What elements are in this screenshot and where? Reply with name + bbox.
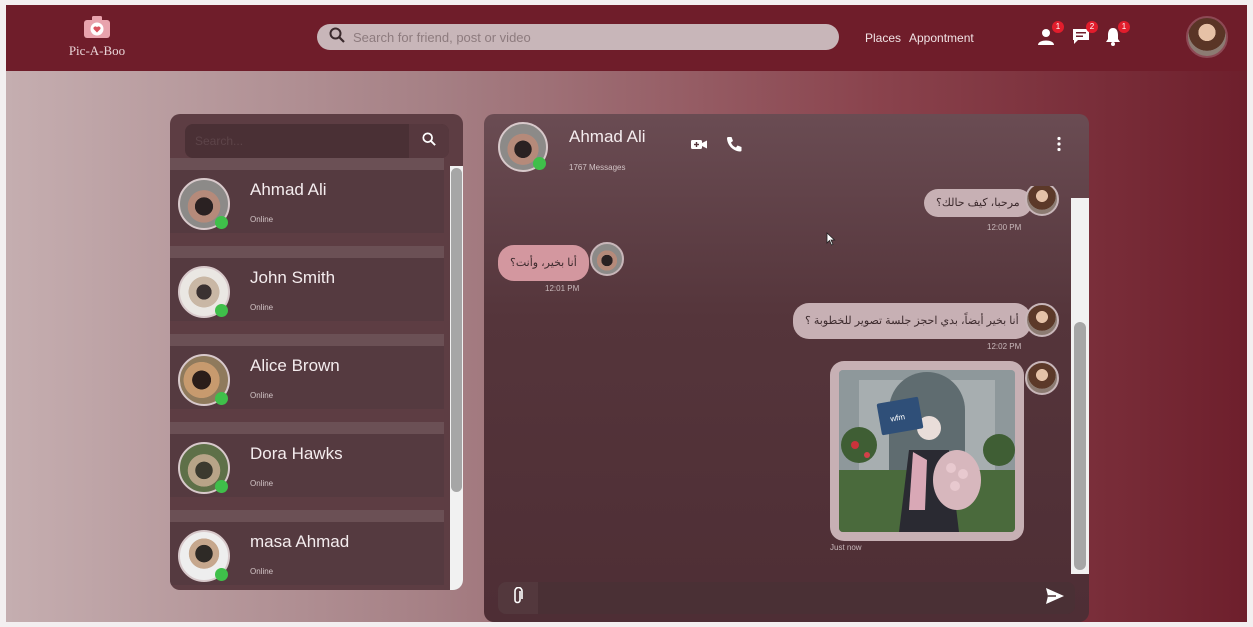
- app-name: Pic-A-Boo: [68, 43, 126, 58]
- graduation-photo[interactable]: wfm: [839, 370, 1015, 532]
- chat-scrollbar[interactable]: [1071, 198, 1089, 574]
- chat-contact-name: Ahmad Ali: [569, 127, 646, 146]
- chat-icon: [1070, 29, 1092, 51]
- message-input[interactable]: [538, 582, 1035, 614]
- contacts-panel: Ahmad Ali Online John Smith Online Alice…: [170, 114, 463, 590]
- paperclip-icon: [511, 586, 525, 610]
- online-indicator: [533, 157, 546, 170]
- message-composer: [498, 582, 1075, 614]
- bell-icon: [1102, 28, 1124, 51]
- contacts-search-input[interactable]: [185, 124, 409, 158]
- message-time: 12:00 PM: [987, 223, 1022, 232]
- video-camera-icon: [689, 140, 709, 158]
- send-button[interactable]: [1035, 582, 1075, 614]
- chat-panel: Ahmad Ali 1767 Messages مرحبا، كيف حالك؟…: [484, 114, 1089, 622]
- message-bubble-incoming: أنا بخير، وأنت؟: [498, 245, 589, 281]
- image-message[interactable]: wfm: [830, 361, 1024, 541]
- nav-appointment[interactable]: Appontment: [909, 31, 974, 45]
- message-list: مرحبا، كيف حالك؟ 12:00 PM أنا بخير، وأنت…: [484, 186, 1071, 572]
- camera-heart-icon: [82, 15, 112, 39]
- contact-status: Online: [250, 215, 274, 224]
- contact-name: John Smith: [250, 268, 336, 287]
- search-icon: [329, 27, 345, 48]
- global-search-input[interactable]: [353, 29, 793, 45]
- contact-item-masa-ahmad[interactable]: masa Ahmad Online: [170, 510, 444, 585]
- online-indicator: [215, 304, 228, 317]
- contact-name: Alice Brown: [250, 356, 340, 375]
- attach-button[interactable]: [498, 582, 538, 614]
- online-indicator: [215, 568, 228, 581]
- voice-call-button[interactable]: [724, 134, 744, 154]
- friend-requests-button[interactable]: 1: [1036, 21, 1064, 51]
- app-logo[interactable]: Pic-A-Boo: [62, 15, 132, 59]
- user-avatar[interactable]: [1186, 16, 1228, 58]
- contact-list: Ahmad Ali Online John Smith Online Alice…: [170, 158, 444, 590]
- mouse-cursor-icon: [826, 232, 836, 251]
- contact-item-alice-brown[interactable]: Alice Brown Online: [170, 334, 444, 409]
- global-search-bar[interactable]: [317, 24, 839, 50]
- online-indicator: [215, 480, 228, 493]
- notifications-badge: 1: [1118, 21, 1130, 33]
- contact-status: Online: [250, 567, 274, 576]
- contact-status: Online: [250, 303, 274, 312]
- nav-places[interactable]: Places: [865, 31, 901, 45]
- online-indicator: [215, 392, 228, 405]
- avatar: [1025, 361, 1059, 395]
- top-navbar: Pic-A-Boo Places Appontment 1 2: [6, 5, 1247, 71]
- phone-icon: [724, 137, 744, 158]
- scrollbar-thumb[interactable]: [1074, 322, 1086, 570]
- avatar: [590, 242, 624, 276]
- contact-item-ahmad-ali[interactable]: Ahmad Ali Online: [170, 158, 444, 233]
- contact-name: masa Ahmad: [250, 532, 350, 551]
- avatar: [1025, 303, 1059, 337]
- friend-requests-badge: 1: [1052, 21, 1064, 33]
- message-bubble-outgoing: أنا بخير أيضاً، بدي احجز جلسة تصوير للخط…: [793, 303, 1031, 339]
- message-time: 12:02 PM: [987, 342, 1022, 351]
- notifications-button[interactable]: 1: [1102, 21, 1130, 51]
- online-indicator: [215, 216, 228, 229]
- message-count: 1767 Messages: [569, 163, 626, 172]
- more-vertical-icon: [1049, 136, 1069, 158]
- message-time: Just now: [830, 543, 862, 552]
- contact-status: Online: [250, 479, 274, 488]
- message-time: 12:01 PM: [545, 284, 580, 293]
- chat-menu-button[interactable]: [1049, 134, 1069, 154]
- messages-badge: 2: [1086, 21, 1098, 33]
- contacts-scrollbar[interactable]: [450, 166, 463, 590]
- avatar: [1025, 186, 1059, 216]
- message-bubble-outgoing: مرحبا، كيف حالك؟: [924, 189, 1032, 217]
- contact-name: Dora Hawks: [250, 444, 343, 463]
- scrollbar-thumb[interactable]: [451, 168, 462, 492]
- search-icon: [422, 131, 436, 151]
- send-icon: [1045, 587, 1065, 610]
- messages-button[interactable]: 2: [1070, 21, 1098, 51]
- app-frame: Pic-A-Boo Places Appontment 1 2: [6, 5, 1247, 622]
- contacts-search-button[interactable]: [409, 124, 449, 158]
- contacts-search-bar[interactable]: [185, 124, 449, 158]
- contact-status: Online: [250, 391, 274, 400]
- contact-name: Ahmad Ali: [250, 180, 327, 199]
- contact-item-dora-hawks[interactable]: Dora Hawks Online: [170, 422, 444, 497]
- person-icon: [1036, 29, 1058, 51]
- video-call-button[interactable]: [689, 134, 709, 154]
- contact-item-john-smith[interactable]: John Smith Online: [170, 246, 444, 321]
